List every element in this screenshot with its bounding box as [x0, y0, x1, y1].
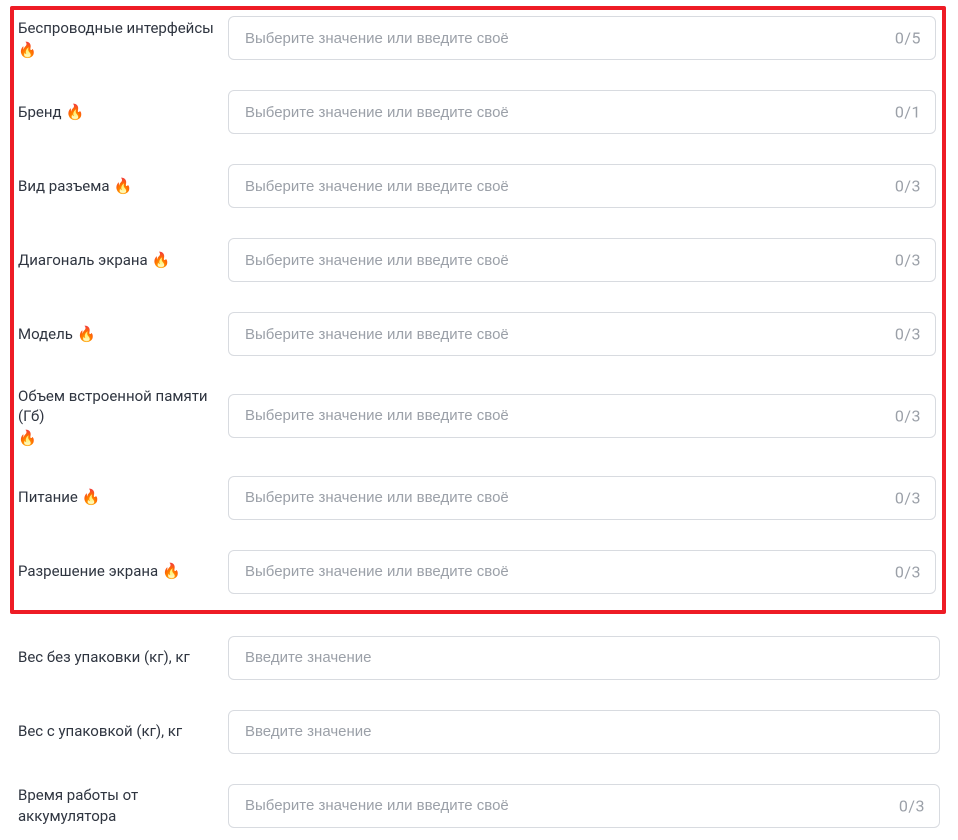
attribute-input-cell: 0/3 [228, 164, 936, 208]
attribute-row: Бренд 🔥 0/1 [18, 90, 936, 134]
attribute-label-cell: Беспроводные интерфейсы 🔥 [18, 18, 228, 57]
attribute-label: Беспроводные интерфейсы [18, 18, 214, 38]
attribute-label: Модель [18, 324, 73, 344]
attribute-field[interactable]: 0/3 [228, 164, 936, 208]
attribute-field[interactable]: 0/3 [228, 238, 936, 282]
attribute-input[interactable] [245, 30, 871, 47]
value-counter: 0/1 [895, 103, 921, 122]
attribute-row: Модель 🔥 0/3 [18, 312, 936, 356]
fire-icon: 🔥 [114, 179, 133, 194]
fire-icon: 🔥 [18, 431, 37, 446]
attribute-input-cell [228, 636, 940, 680]
value-counter: 0/3 [895, 406, 921, 425]
attribute-label-cell: Диагональ экрана 🔥 [18, 250, 228, 270]
attribute-input-cell [228, 710, 940, 754]
attribute-row: Вес без упаковки (кг), кг [18, 636, 940, 680]
attribute-input[interactable] [245, 407, 871, 424]
attribute-row: Диагональ экрана 🔥 0/3 [18, 238, 936, 282]
fire-icon: 🔥 [82, 490, 101, 505]
fire-icon: 🔥 [162, 564, 181, 579]
attribute-field[interactable]: 0/1 [228, 90, 936, 134]
attribute-input[interactable] [245, 252, 871, 269]
attribute-input[interactable] [245, 797, 875, 814]
form-rows: Беспроводные интерфейсы 🔥 0/5 Бренд 🔥 0/… [18, 12, 940, 828]
attribute-label-cell: Бренд 🔥 [18, 102, 228, 122]
highlighted-attributes-box: Беспроводные интерфейсы 🔥 0/5 Бренд 🔥 0/… [10, 6, 946, 614]
attribute-input-cell: 0/5 [228, 16, 936, 60]
value-counter: 0/5 [895, 29, 921, 48]
attribute-label-cell: Вид разъема 🔥 [18, 176, 228, 196]
value-counter: 0/3 [895, 177, 921, 196]
fire-icon: 🔥 [18, 43, 37, 58]
attribute-input[interactable] [245, 326, 871, 343]
fire-icon: 🔥 [66, 105, 85, 120]
value-counter: 0/3 [895, 562, 921, 581]
attribute-label: Питание [18, 487, 78, 507]
attribute-field[interactable]: 0/3 [228, 312, 936, 356]
fire-icon: 🔥 [77, 327, 96, 342]
attribute-label: Вес с упаковкой (кг), кг [18, 721, 182, 741]
attribute-field[interactable]: 0/3 [228, 550, 936, 594]
attribute-input[interactable] [245, 723, 875, 740]
attribute-label: Время работы от аккумулятора [18, 785, 216, 826]
attribute-input-cell: 0/3 [228, 312, 936, 356]
attribute-row: Беспроводные интерфейсы 🔥 0/5 [18, 16, 936, 60]
fire-icon: 🔥 [152, 253, 171, 268]
attribute-input[interactable] [245, 178, 871, 195]
attribute-input[interactable] [245, 489, 871, 506]
attribute-input-cell: 0/3 [228, 394, 936, 438]
attribute-input-cell: 0/3 [228, 784, 940, 828]
attribute-label-cell: Разрешение экрана 🔥 [18, 561, 228, 581]
attribute-label-cell: Объем встроенной памяти (Гб) 🔥 [18, 386, 228, 446]
attribute-input-cell: 0/3 [228, 476, 936, 520]
attribute-input-cell: 0/3 [228, 238, 936, 282]
attribute-row: Вид разъема 🔥 0/3 [18, 164, 936, 208]
value-counter: 0/3 [899, 796, 925, 815]
value-counter: 0/3 [895, 325, 921, 344]
attribute-row: Вес с упаковкой (кг), кг [18, 710, 940, 754]
attribute-label-cell: Модель 🔥 [18, 324, 228, 344]
attribute-row: Питание 🔥 0/3 [18, 476, 936, 520]
attribute-label: Разрешение экрана [18, 561, 158, 581]
value-counter: 0/3 [895, 251, 921, 270]
attribute-field[interactable] [228, 710, 940, 754]
attribute-input[interactable] [245, 104, 871, 121]
attribute-label: Бренд [18, 102, 62, 122]
attribute-label-cell: Вес с упаковкой (кг), кг [18, 721, 228, 741]
attribute-field[interactable]: 0/5 [228, 16, 936, 60]
attribute-label: Диагональ экрана [18, 250, 148, 270]
attribute-label-cell: Питание 🔥 [18, 487, 228, 507]
attribute-input-cell: 0/3 [228, 550, 936, 594]
attribute-label-cell: Вес без упаковки (кг), кг [18, 647, 228, 667]
attribute-row: Время работы от аккумулятора 0/3 [18, 784, 940, 828]
attribute-row: Объем встроенной памяти (Гб) 🔥 0/3 [18, 386, 936, 446]
attribute-label-cell: Время работы от аккумулятора [18, 785, 228, 826]
attribute-label: Вид разъема [18, 176, 110, 196]
attribute-field[interactable]: 0/3 [228, 784, 940, 828]
attribute-field[interactable]: 0/3 [228, 476, 936, 520]
attribute-label: Объем встроенной памяти (Гб) [18, 386, 216, 427]
attribute-field[interactable] [228, 636, 940, 680]
attribute-input-cell: 0/1 [228, 90, 936, 134]
attribute-label: Вес без упаковки (кг), кг [18, 647, 190, 667]
value-counter: 0/3 [895, 488, 921, 507]
attribute-row: Разрешение экрана 🔥 0/3 [18, 550, 936, 594]
attribute-input[interactable] [245, 649, 875, 666]
attribute-input[interactable] [245, 563, 871, 580]
attribute-field[interactable]: 0/3 [228, 394, 936, 438]
